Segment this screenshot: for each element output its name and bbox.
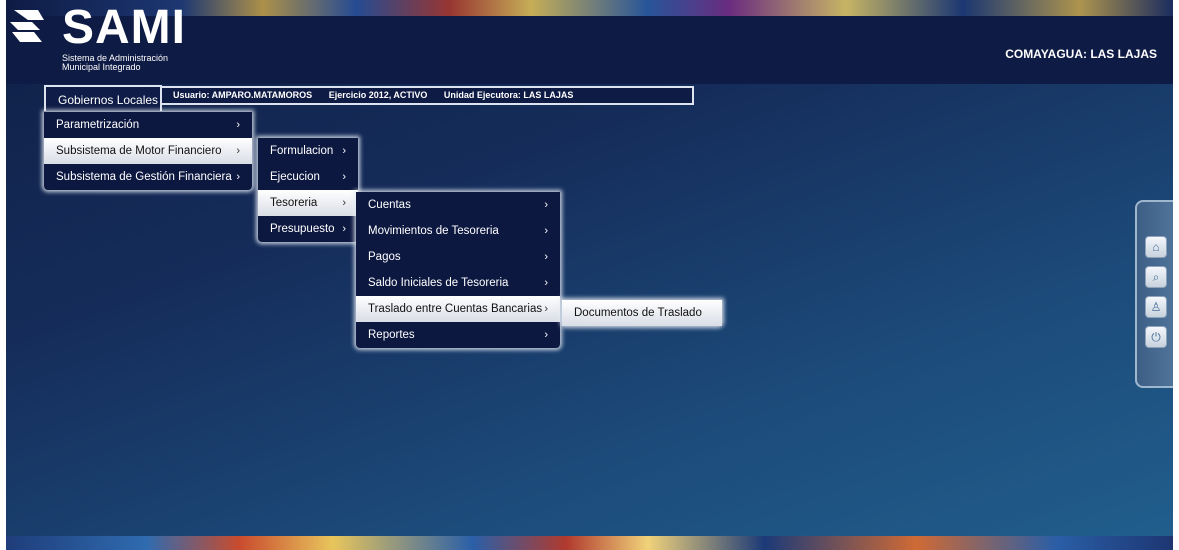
- session-status-bar: Usuario: AMPARO.MATAMOROS Ejercicio 2012…: [162, 86, 694, 105]
- region-label: COMAYAGUA: LAS LAJAS: [1005, 47, 1157, 61]
- side-toolbar: ⌂ ⌕ ♙ ⏻: [1135, 200, 1173, 388]
- app-logo-text: SAMI: [62, 1, 186, 54]
- submenu-level1: Parametrización › Subsistema de Motor Fi…: [44, 112, 252, 190]
- menu-item-presupuesto[interactable]: Presupuesto ›: [258, 216, 358, 242]
- menu-item-formulacion[interactable]: Formulacion ›: [258, 138, 358, 164]
- menu-item-pagos[interactable]: Pagos ›: [356, 244, 560, 270]
- submenu-level2: Formulacion › Ejecucion › Tesoreria › Pr…: [258, 138, 358, 242]
- menu-item-parametrizacion[interactable]: Parametrización ›: [44, 112, 252, 138]
- chevron-right-icon: ›: [342, 223, 346, 235]
- menu-item-label: Cuentas: [368, 199, 411, 211]
- submenu-level3: Cuentas › Movimientos de Tesoreria › Pag…: [356, 192, 560, 348]
- sami-logo-icon: [10, 10, 44, 42]
- menu-item-ejecucion[interactable]: Ejecucion ›: [258, 164, 358, 190]
- menu-item-tesoreria[interactable]: Tesoreria ›: [258, 190, 358, 216]
- menu-item-label: Presupuesto: [270, 223, 335, 235]
- app-subtitle-line2: Municipal Integrado: [62, 62, 141, 72]
- menu-item-saldo-iniciales[interactable]: Saldo Iniciales de Tesoreria ›: [356, 270, 560, 296]
- menu-gobiernos-locales[interactable]: Gobiernos Locales: [44, 85, 162, 111]
- menu-item-cuentas[interactable]: Cuentas ›: [356, 192, 560, 218]
- user-label: Usuario: AMPARO.MATAMOROS: [173, 90, 313, 100]
- chevron-right-icon: ›: [544, 277, 548, 289]
- menu-item-label: Ejecucion: [270, 171, 320, 183]
- menu-item-label: Reportes: [368, 329, 415, 341]
- menu-item-label: Pagos: [368, 251, 401, 263]
- menu-item-movimientos-tesoreria[interactable]: Movimientos de Tesoreria ›: [356, 218, 560, 244]
- header-banner: SAMI Sistema de Administración Municipal…: [6, 0, 1173, 84]
- menu-item-label: Movimientos de Tesoreria: [368, 225, 499, 237]
- award-icon[interactable]: ♙: [1145, 296, 1167, 318]
- chevron-right-icon: ›: [544, 329, 548, 341]
- search-document-icon[interactable]: ⌕: [1145, 266, 1167, 288]
- menu-item-label: Formulacion: [270, 145, 334, 157]
- chevron-right-icon: ›: [342, 197, 346, 209]
- chevron-right-icon: ›: [544, 303, 548, 315]
- chevron-right-icon: ›: [544, 199, 548, 211]
- app-subtitle: Sistema de Administración Municipal Inte…: [62, 54, 168, 72]
- chevron-right-icon: ›: [236, 119, 240, 131]
- footer-artwork: [6, 536, 1173, 550]
- unit-label: Unidad Ejecutora: LAS LAJAS: [443, 90, 574, 100]
- menu-item-label: Traslado entre Cuentas Bancarias: [368, 303, 543, 315]
- menu-item-reportes[interactable]: Reportes ›: [356, 322, 560, 348]
- menu-item-label: Subsistema de Motor Financiero: [56, 145, 222, 157]
- menu-item-gestion-financiera[interactable]: Subsistema de Gestión Financiera ›: [44, 164, 252, 190]
- menu-item-documentos-traslado[interactable]: Documentos de Traslado: [562, 300, 722, 326]
- menu-item-label: Documentos de Traslado: [574, 307, 702, 319]
- chevron-right-icon: ›: [236, 145, 240, 157]
- chevron-right-icon: ›: [544, 225, 548, 237]
- power-icon[interactable]: ⏻: [1145, 326, 1167, 348]
- menu-item-traslado-cuentas[interactable]: Traslado entre Cuentas Bancarias ›: [356, 296, 560, 322]
- app-frame: SAMI Sistema de Administración Municipal…: [6, 0, 1173, 550]
- menu-item-label: Tesoreria: [270, 197, 318, 209]
- submenu-level4: Documentos de Traslado: [562, 300, 722, 326]
- chevron-right-icon: ›: [236, 171, 240, 183]
- chevron-right-icon: ›: [342, 145, 346, 157]
- chevron-right-icon: ›: [342, 171, 346, 183]
- menu-item-label: Subsistema de Gestión Financiera: [56, 171, 232, 183]
- menu-item-label: Parametrización: [56, 119, 140, 131]
- home-icon[interactable]: ⌂: [1145, 236, 1167, 258]
- menu-item-label: Saldo Iniciales de Tesoreria: [368, 277, 509, 289]
- chevron-right-icon: ›: [544, 251, 548, 263]
- exercise-label: Ejercicio 2012, ACTIVO: [328, 90, 428, 100]
- menu-item-motor-financiero[interactable]: Subsistema de Motor Financiero ›: [44, 138, 252, 164]
